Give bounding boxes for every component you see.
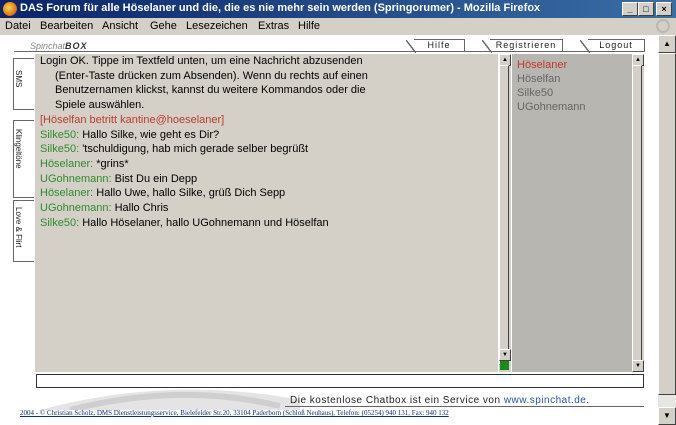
user-list-item[interactable]: Höselfan [512, 72, 632, 86]
message-nick[interactable]: Höselaner: [40, 158, 93, 170]
page-scrollbar[interactable]: ▲ ▼ [658, 35, 676, 425]
menu-bearbeiten[interactable]: Bearbeiten [40, 20, 93, 32]
side-tab-klingeltoene[interactable]: Klingeltöne [13, 120, 34, 198]
menu-hilfe[interactable]: Hilfe [298, 20, 320, 32]
throbber-icon [656, 19, 670, 33]
user-list: Höselaner Höselfan Silke50 UGohnemann [512, 54, 632, 372]
chat-log: Login OK. Tippe im Textfeld unten, um ei… [35, 54, 498, 372]
intro-line: Login OK. Tippe im Textfeld unten, um ei… [40, 55, 363, 67]
message-nick[interactable]: UGohnemann: [40, 202, 112, 214]
footer-divider [285, 406, 644, 407]
menu-ansicht[interactable]: Ansicht [102, 20, 138, 32]
user-list-item[interactable]: UGohnemann [512, 100, 632, 114]
close-button[interactable]: × [656, 2, 672, 16]
chat-scrollbar[interactable]: ▲ ▼ [499, 54, 511, 372]
message-text: Bist Du ein Depp [111, 172, 198, 185]
message-nick[interactable]: Silke50: [40, 129, 79, 141]
message-nick[interactable]: Silke50: [40, 143, 79, 155]
message-text: Hallo Uwe, hallo Silke, grüß Dich Sepp [93, 187, 286, 200]
minimize-button[interactable]: _ [622, 2, 638, 16]
chat-message: Silke50: 'tschuldigung, hab mich gerade … [35, 142, 498, 157]
message-text: Hallo Silke, wie geht es Dir? [79, 128, 220, 141]
intro-line: (Enter-Taste drücken zum Absenden). Wenn… [55, 69, 368, 82]
message-text: 'tschuldigung, hab mich gerade selber be… [79, 143, 309, 156]
brand-name: BOX [65, 41, 88, 51]
chat-message: Silke50: Hallo Silke, wie geht es Dir? [35, 128, 498, 143]
chat-message: Silke50: Hallo Höselaner, hallo UGohnema… [35, 216, 498, 231]
footer-note: Die kostenlose Chatbox ist ein Service v… [290, 395, 590, 406]
decorative-swoosh [40, 389, 300, 410]
menu-extras[interactable]: Extras [258, 20, 289, 32]
scroll-down-arrow-icon[interactable]: ▼ [499, 349, 511, 361]
scroll-down-arrow-icon[interactable]: ▼ [632, 360, 644, 372]
chat-message: Höselaner: *grins* [35, 157, 498, 172]
spinchat-link[interactable]: www.spinchat.de [504, 395, 587, 406]
scroll-up-arrow-icon[interactable]: ▲ [658, 35, 676, 53]
spinchat-logo: SpinchatBOX [30, 41, 88, 51]
message-text: *grins* [93, 157, 129, 170]
window-titlebar: DAS Forum für alle Höselaner und die, di… [0, 0, 676, 18]
side-tab-love-flirt-label: Love & Flirt [14, 207, 23, 248]
menu-lesezeichen[interactable]: Lesezeichen [186, 20, 248, 32]
maximize-button[interactable]: □ [638, 2, 654, 16]
chat-message: UGohnemann: Bist Du ein Depp [35, 172, 498, 187]
chat-message: UGohnemann: Hallo Chris [35, 201, 498, 216]
firefox-icon [3, 2, 17, 16]
user-list-scrollbar[interactable]: ▲ ▼ [632, 54, 644, 372]
intro-line: Spiele auswählen. [55, 99, 145, 112]
message-nick[interactable]: Höselaner: [40, 187, 93, 199]
message-nick[interactable]: UGohnemann: [40, 173, 112, 185]
side-tab-klingeltoene-label: Klingeltöne [14, 129, 23, 169]
scroll-down-arrow-icon[interactable]: ▼ [658, 407, 676, 425]
intro-line: Benutzernamen klickst, kannst du weitere… [55, 84, 366, 97]
side-tab-love-flirt[interactable]: Love & Flirt [13, 200, 34, 262]
header-divider [14, 51, 644, 52]
connection-status-indicator [500, 361, 509, 370]
page-scroll-thumb[interactable] [658, 53, 676, 395]
chat-message: Höselaner: Hallo Uwe, hallo Silke, grüß … [35, 186, 498, 201]
side-tab-sms[interactable]: SMS [13, 58, 34, 110]
footer-text: Die kostenlose Chatbox ist ein Service v… [290, 395, 504, 406]
side-tab-sms-label: SMS [14, 70, 23, 88]
credits-link[interactable]: 2004 - © Christian Scholz, DMS Dienstlei… [20, 409, 449, 417]
window-title: DAS Forum für alle Höselaner und die, di… [20, 2, 541, 14]
join-notice: [Höselfan betritt kantine@hoeselaner] [40, 113, 225, 126]
brand-prefix: Spinchat [30, 41, 66, 51]
menu-bar: Datei Bearbeiten Ansicht Gehe Lesezeiche… [0, 18, 676, 35]
message-nick[interactable]: Silke50: [40, 217, 79, 229]
message-text: Hallo Höselaner, hallo UGohnemann und Hö… [79, 216, 329, 229]
menu-datei[interactable]: Datei [5, 20, 31, 32]
footer-end: . [586, 395, 590, 406]
chat-scroll-thumb[interactable] [499, 65, 509, 365]
user-list-item[interactable]: Silke50 [512, 86, 632, 100]
user-list-item[interactable]: Höselaner [512, 58, 632, 72]
user-scroll-thumb[interactable] [632, 65, 642, 361]
message-text: Hallo Chris [111, 202, 169, 215]
menu-gehe[interactable]: Gehe [150, 20, 177, 32]
